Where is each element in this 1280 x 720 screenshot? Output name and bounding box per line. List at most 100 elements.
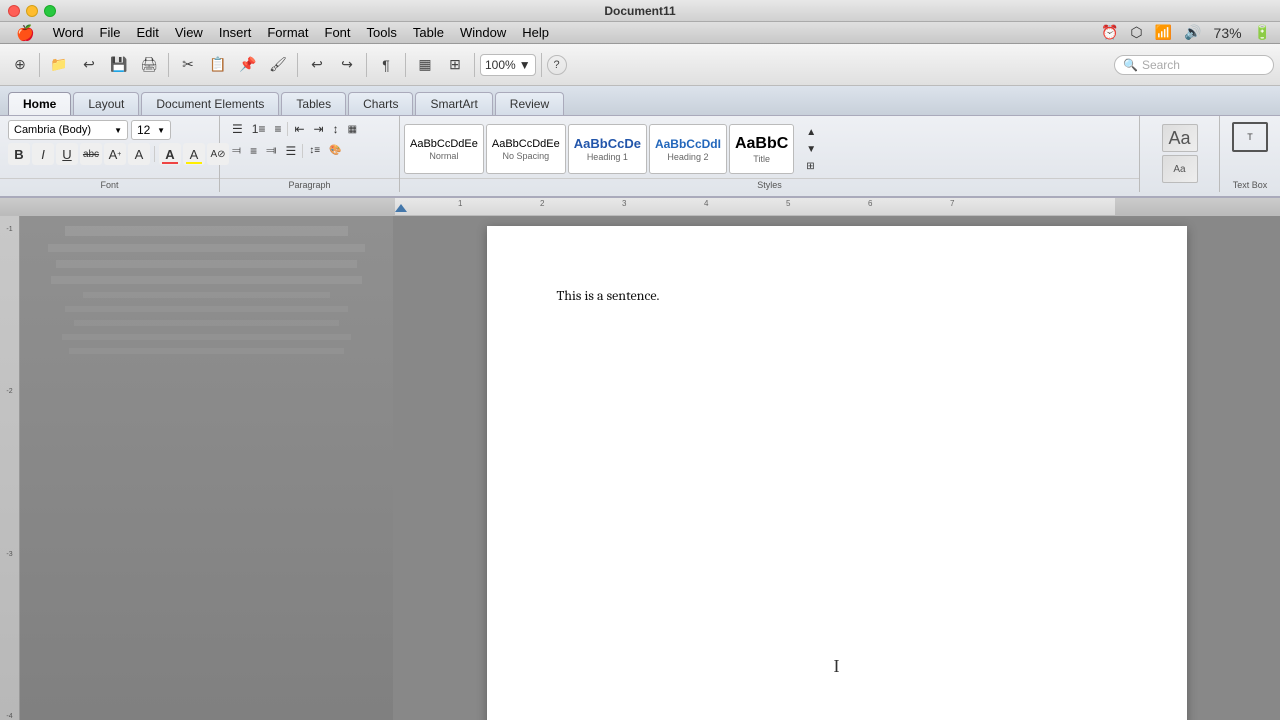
font-size-value: 12 [137, 123, 155, 137]
clock-icon: ⏰ [1098, 24, 1121, 41]
align-left-button[interactable]: ⫤ [228, 141, 245, 160]
toolbar-border-btn[interactable]: ▦ [411, 51, 439, 79]
style-title[interactable]: AaBbC Title [729, 124, 794, 174]
toolbar-cut-btn[interactable]: ✂ [174, 51, 202, 79]
justify-button[interactable]: ☰ [282, 142, 301, 160]
styles-expand[interactable]: ⊞ [801, 159, 821, 174]
styles-scroll-down[interactable]: ▼ [801, 142, 821, 157]
menu-font[interactable]: Font [317, 22, 359, 43]
toolbar-print-btn[interactable]: 🖨 [135, 51, 163, 79]
text-box-area[interactable]: T Text Box [1220, 116, 1280, 192]
style-h2-label: Heading 2 [667, 152, 708, 162]
menu-window[interactable]: Window [452, 22, 514, 43]
menu-table[interactable]: Table [405, 22, 452, 43]
toolbar-save-btn[interactable]: 💾 [105, 51, 133, 79]
v-ruler-label: -1 [0, 226, 19, 233]
document-page[interactable]: This is a sentence. I [487, 226, 1187, 720]
numbering-button[interactable]: 1≡ [248, 120, 270, 138]
align-center-button[interactable]: ≡ [246, 142, 261, 160]
toolbar-copy-btn[interactable]: 📋 [204, 51, 232, 79]
search-icon: 🔍 [1123, 58, 1138, 72]
zoom-control[interactable]: 100% ▼ [480, 54, 536, 76]
toolbar-paste-btn[interactable]: 📌 [234, 51, 262, 79]
minimize-button[interactable] [26, 5, 38, 17]
document-area[interactable]: This is a sentence. I [393, 216, 1280, 720]
font-size-arrow[interactable]: ▼ [157, 126, 165, 135]
apple-menu[interactable]: 🍎 [6, 22, 45, 43]
menu-view[interactable]: View [167, 22, 211, 43]
menu-word[interactable]: Word [45, 22, 92, 43]
toolbar-pilcrow-btn[interactable]: ¶ [372, 51, 400, 79]
bold-button[interactable]: B [8, 143, 30, 165]
text-box-label: Text Box [1220, 180, 1280, 190]
toolbar-redo-btn[interactable]: ↪ [333, 51, 361, 79]
styles-scroll-up[interactable]: ▲ [801, 125, 821, 140]
main-area: -1 -2 -3 -4 This is a sentence. [0, 216, 1280, 720]
align-right-button[interactable]: ⫥ [262, 141, 280, 160]
strikethrough-button[interactable]: abc [80, 143, 102, 165]
tab-charts[interactable]: Charts [348, 92, 413, 115]
menu-format[interactable]: Format [259, 22, 316, 43]
font-name-arrow[interactable]: ▼ [114, 126, 122, 135]
tab-document-elements[interactable]: Document Elements [141, 92, 279, 115]
toolbar-help-btn[interactable]: ? [547, 55, 567, 75]
menu-tools[interactable]: Tools [359, 22, 405, 43]
decrease-indent-button[interactable]: ⇤ [290, 120, 308, 138]
increase-indent-button[interactable]: ⇥ [310, 120, 328, 138]
style-normal[interactable]: AaBbCcDdEe Normal [404, 124, 484, 174]
toolbar-sep4 [366, 53, 367, 77]
italic-button[interactable]: I [32, 143, 54, 165]
toolbar-sep5 [405, 53, 406, 77]
multilevel-button[interactable]: ≡ [270, 120, 285, 138]
ruler: 1 2 3 4 5 6 7 [0, 198, 1280, 216]
style-h1-label: Heading 1 [587, 152, 628, 162]
underline-button[interactable]: U [56, 143, 78, 165]
toolbar-open-btn[interactable]: 📁 [45, 51, 73, 79]
traffic-lights [8, 5, 56, 17]
style-heading2[interactable]: AaBbCcDdI Heading 2 [649, 124, 727, 174]
menu-file[interactable]: File [92, 22, 129, 43]
bullets-button[interactable]: ☰ [228, 120, 247, 138]
menu-insert[interactable]: Insert [211, 22, 260, 43]
highlight-color-button[interactable]: A [183, 143, 205, 165]
zoom-value: 100% [485, 58, 516, 72]
subscript-button[interactable]: A [128, 143, 150, 165]
zoom-dropdown-arrow[interactable]: ▼ [519, 58, 531, 72]
page-content[interactable]: This is a sentence. [557, 286, 1117, 306]
menu-edit[interactable]: Edit [128, 22, 166, 43]
wifi-icon: 📶 [1152, 24, 1175, 41]
search-bar[interactable]: 🔍 Search [1114, 55, 1274, 75]
menu-right-icons: ⏰ ⬡ 📶 🔊 73% 🔋 [1098, 24, 1274, 41]
aa-small-icon: Aa [1162, 155, 1198, 183]
close-button[interactable] [8, 5, 20, 17]
text-color-button[interactable]: A [159, 143, 181, 165]
borders-button[interactable]: ▦ [344, 122, 361, 137]
styles-section: AaBbCcDdEe Normal AaBbCcDdEe No Spacing … [400, 116, 1140, 192]
volume-icon: 🔊 [1181, 24, 1204, 41]
line-spacing-button[interactable]: ↕≡ [305, 143, 324, 158]
tab-tables[interactable]: Tables [281, 92, 346, 115]
font-section-label: Font [0, 178, 219, 190]
font-name-select[interactable]: Cambria (Body) ▼ [8, 120, 128, 140]
toolbar-brush-btn[interactable]: 🖌 [264, 51, 292, 79]
menu-help[interactable]: Help [514, 22, 557, 43]
toolbar-new-btn[interactable]: ⊕ [6, 51, 34, 79]
toolbar-border2-btn[interactable]: ⊞ [441, 51, 469, 79]
styles-section-label: Styles [400, 178, 1139, 190]
toolbar-undo-save-btn[interactable]: ↩ [75, 51, 103, 79]
font-size-select[interactable]: 12 ▼ [131, 120, 171, 140]
style-heading1[interactable]: AaBbCcDe Heading 1 [568, 124, 647, 174]
text-cursor: I [834, 656, 840, 677]
tab-review[interactable]: Review [495, 92, 564, 115]
superscript-button[interactable]: A+ [104, 143, 126, 165]
style-nospacing[interactable]: AaBbCcDdEe No Spacing [486, 124, 566, 174]
maximize-button[interactable] [44, 5, 56, 17]
tab-layout[interactable]: Layout [73, 92, 139, 115]
tab-smartart[interactable]: SmartArt [415, 92, 492, 115]
toolbar-undo-btn[interactable]: ↩ [303, 51, 331, 79]
left-sidebar: -1 -2 -3 -4 [0, 216, 393, 720]
shading-button[interactable]: 🎨 [325, 143, 345, 158]
tab-home[interactable]: Home [8, 92, 71, 115]
document-text[interactable]: This is a sentence. [557, 286, 1117, 306]
sort-button[interactable]: ↕ [329, 120, 343, 138]
